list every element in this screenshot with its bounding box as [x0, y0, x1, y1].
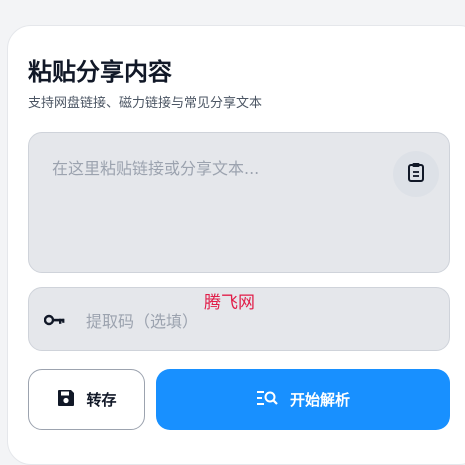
parse-button-label: 开始解析	[289, 391, 350, 409]
card-title: 粘贴分享内容	[28, 58, 172, 86]
paste-button[interactable]	[393, 151, 439, 197]
key-icon	[43, 308, 67, 332]
card-subtitle: 支持网盘链接、磁力链接与常见分享文本	[28, 96, 263, 111]
watermark: 腾飞网	[204, 293, 255, 313]
save-button[interactable]: 转存	[28, 369, 145, 430]
share-text-input[interactable]: 在这里粘贴链接或分享文本...	[28, 132, 450, 273]
share-text-placeholder: 在这里粘贴链接或分享文本...	[52, 159, 260, 178]
clipboard-icon	[406, 161, 426, 187]
floppy-disk-icon	[56, 388, 76, 412]
extraction-code-placeholder: 提取码（选填）	[86, 312, 199, 331]
top-clipped-text: —— ——	[70, 0, 160, 4]
list-search-icon	[256, 389, 278, 411]
save-button-label: 转存	[86, 391, 117, 409]
parse-button[interactable]: 开始解析	[156, 369, 450, 430]
